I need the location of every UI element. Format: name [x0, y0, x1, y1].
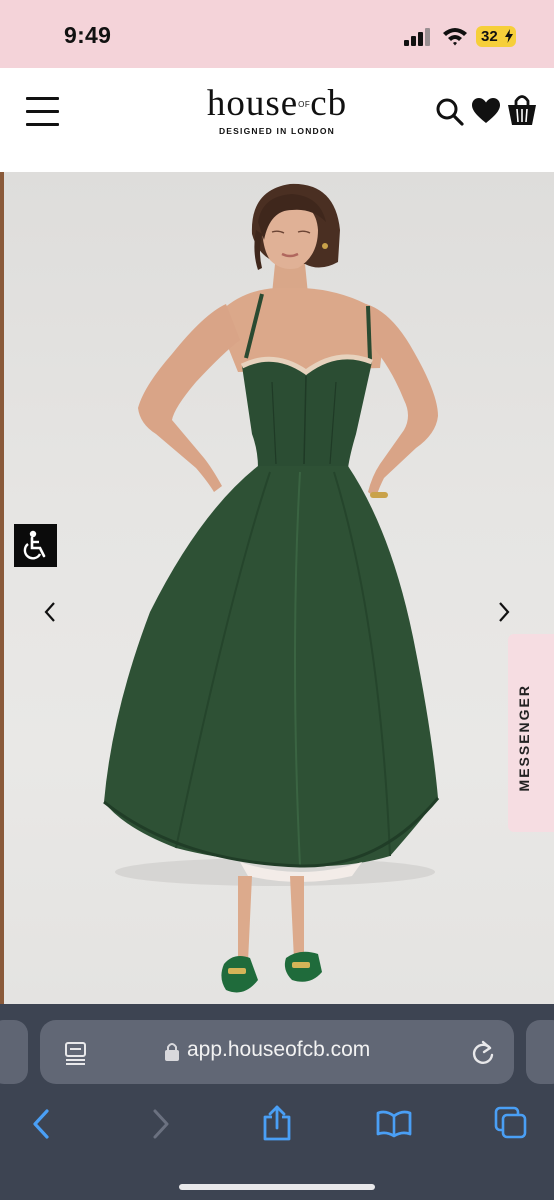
home-indicator [179, 1184, 375, 1190]
forward-icon[interactable] [150, 1108, 172, 1140]
reader-icon[interactable] [64, 1041, 88, 1065]
url-text[interactable]: app.houseofcb.com [187, 1038, 370, 1062]
status-bar: 9:49 32 [0, 0, 554, 68]
next-tab-peek[interactable] [526, 1020, 554, 1084]
search-icon[interactable] [436, 98, 464, 126]
product-gallery[interactable]: MESSENGER [0, 172, 554, 1004]
brand-logo[interactable]: houseOFcb DESIGNED IN LONDON [186, 84, 368, 144]
back-icon[interactable] [30, 1108, 52, 1140]
bookmarks-icon[interactable] [376, 1110, 412, 1138]
status-time: 9:49 [64, 22, 112, 48]
address-bar[interactable]: app.houseofcb.com [40, 1020, 514, 1084]
charging-bolt-icon [505, 29, 513, 43]
accessibility-button[interactable] [14, 524, 57, 567]
logo-wordmark: houseOFcb [186, 84, 368, 127]
battery-level: 32 [481, 28, 498, 45]
signal-icon [404, 28, 430, 46]
battery-icon: 32 [476, 26, 516, 47]
logo-word-house: house [206, 83, 299, 124]
site-header: houseOFcb DESIGNED IN LONDON [0, 68, 554, 172]
lock-icon [165, 1043, 179, 1061]
browser-bottom-bar: app.houseofcb.com [0, 1004, 554, 1200]
reload-icon[interactable] [470, 1040, 496, 1066]
logo-tagline: DESIGNED IN LONDON [218, 125, 336, 136]
chevron-right-icon[interactable] [494, 600, 514, 624]
heart-icon[interactable] [472, 98, 500, 124]
messenger-label: MESSENGER [516, 684, 532, 792]
logo-word-cb: cb [310, 83, 348, 124]
logo-word-of: OF [298, 99, 311, 109]
share-icon[interactable] [262, 1104, 292, 1142]
wifi-icon [443, 28, 467, 46]
chevron-left-icon[interactable] [40, 600, 60, 624]
previous-tab-peek[interactable] [0, 1020, 28, 1084]
messenger-tab[interactable]: MESSENGER [508, 634, 554, 832]
menu-icon[interactable] [26, 97, 60, 127]
bag-icon[interactable] [508, 94, 536, 126]
tabs-icon[interactable] [494, 1106, 528, 1140]
accessibility-icon [23, 530, 46, 560]
product-image [103, 183, 440, 993]
